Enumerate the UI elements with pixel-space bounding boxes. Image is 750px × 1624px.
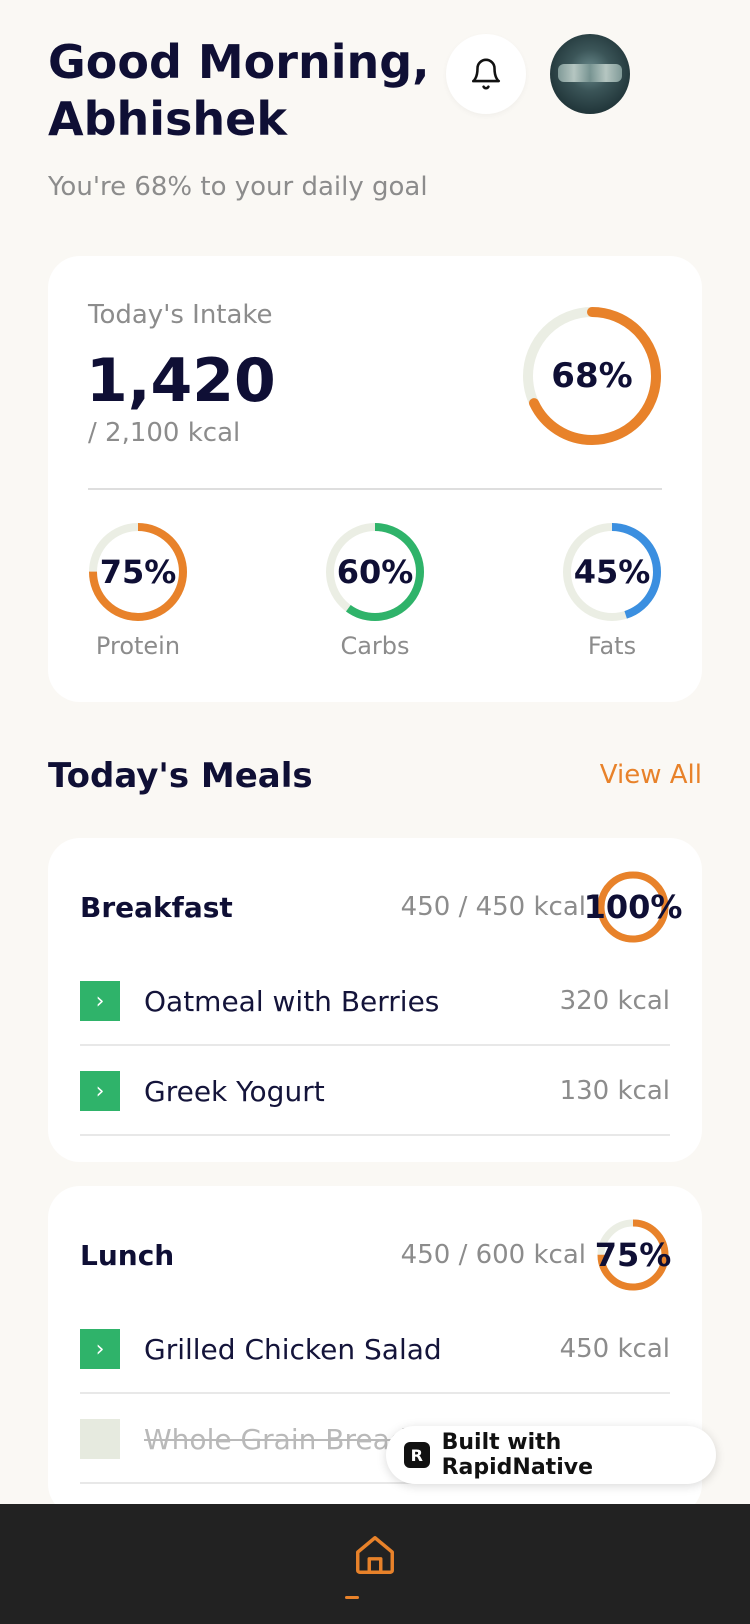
food-name: Grilled Chicken Salad xyxy=(144,1332,442,1366)
notifications-button[interactable] xyxy=(446,34,526,114)
bottom-tab-bar xyxy=(0,1504,750,1624)
intake-progress-ring: 68% xyxy=(520,304,664,448)
food-name: Greek Yogurt xyxy=(144,1074,325,1108)
fats-ring: 45% xyxy=(560,520,664,624)
intake-goal: / 2,100 kcal xyxy=(88,418,241,448)
intake-card: Today's Intake 1,420 / 2,100 kcal 68% 75… xyxy=(48,256,702,702)
daily-goal-subtitle: You're 68% to your daily goal xyxy=(48,172,428,202)
protein-label: Protein xyxy=(95,632,181,660)
carbs-ring: 60% xyxy=(323,520,427,624)
food-kcal: 320 kcal xyxy=(559,986,670,1016)
macro-protein: 75% Protein xyxy=(86,520,190,660)
meal-card-breakfast[interactable]: Breakfast 450 / 450 kcal 100% › Oatmeal … xyxy=(48,838,702,1162)
meal-name: Lunch xyxy=(80,1238,175,1272)
intake-percent: 68% xyxy=(551,356,633,396)
intake-label: Today's Intake xyxy=(88,300,273,330)
carbs-label: Carbs xyxy=(340,632,410,660)
macro-carbs: 60% Carbs xyxy=(323,520,427,660)
meal-name: Breakfast xyxy=(80,890,233,924)
protein-percent: 75% xyxy=(99,553,177,591)
chevron-right-icon[interactable]: › xyxy=(80,981,120,1021)
fats-percent: 45% xyxy=(573,553,651,591)
avatar[interactable] xyxy=(550,34,630,114)
meal-percent: 100% xyxy=(583,888,683,926)
meal-percent: 75% xyxy=(594,1236,672,1274)
carbs-percent: 60% xyxy=(336,553,414,591)
header: Good Morning, Abhishek You're 68% to you… xyxy=(48,34,702,214)
food-kcal: 130 kcal xyxy=(559,1076,670,1106)
chevron-right-icon[interactable]: › xyxy=(80,1329,120,1369)
meal-header: Breakfast 450 / 450 kcal 100% xyxy=(80,870,683,944)
meal-header: Lunch 450 / 600 kcal 75% xyxy=(80,1218,672,1292)
intake-value: 1,420 xyxy=(86,346,276,416)
chevron-right-icon[interactable]: › xyxy=(80,1071,120,1111)
protein-ring: 75% xyxy=(86,520,190,624)
food-kcal: 450 kcal xyxy=(559,1334,670,1364)
meal-progress-ring: 75% xyxy=(594,1218,672,1292)
home-icon[interactable] xyxy=(352,1530,398,1580)
built-with-badge[interactable]: R Built with RapidNative xyxy=(386,1426,716,1484)
meal-progress-ring: 100% xyxy=(583,870,683,944)
food-row[interactable]: › Grilled Chicken Salad 450 kcal xyxy=(80,1306,670,1394)
fats-label: Fats xyxy=(587,632,637,660)
active-tab-indicator xyxy=(345,1596,359,1599)
bell-icon xyxy=(471,58,501,90)
macro-fats: 45% Fats xyxy=(560,520,664,660)
food-row[interactable]: › Oatmeal with Berries 320 kcal xyxy=(80,958,670,1046)
unchecked-box-icon[interactable] xyxy=(80,1419,120,1459)
meal-kcal: 450 / 600 kcal xyxy=(400,1240,586,1270)
badge-text: Built with RapidNative xyxy=(441,1430,593,1480)
meals-section-title: Today's Meals xyxy=(48,756,313,796)
rapidnative-logo-icon: R xyxy=(404,1442,430,1468)
food-row[interactable]: › Greek Yogurt 130 kcal xyxy=(80,1048,670,1136)
divider xyxy=(88,488,662,490)
food-name: Oatmeal with Berries xyxy=(144,984,440,1018)
meal-kcal: 450 / 450 kcal xyxy=(400,892,586,922)
view-all-link[interactable]: View All xyxy=(600,760,702,790)
greeting-title: Good Morning, Abhishek xyxy=(48,35,430,146)
